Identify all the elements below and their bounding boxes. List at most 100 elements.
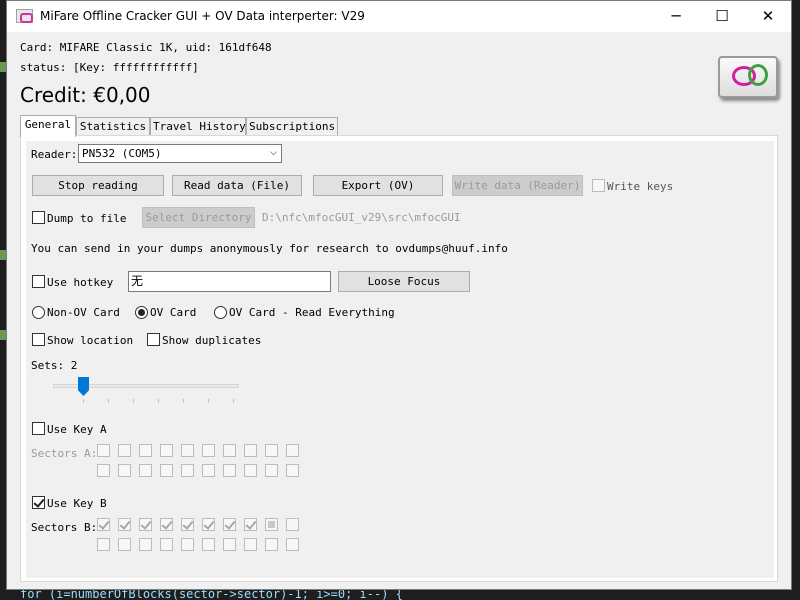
sectors-a-label: Sectors A: — [31, 447, 98, 460]
sector-checkbox[interactable] — [202, 538, 215, 551]
ov-card-radio[interactable] — [135, 306, 148, 319]
gutter-mark — [0, 62, 6, 72]
sets-slider-thumb[interactable] — [78, 377, 89, 396]
sector-checkbox[interactable] — [286, 518, 299, 531]
hotkey-input[interactable]: 无 — [128, 271, 331, 292]
ov-card-read-everything-label: OV Card - Read Everything — [229, 306, 395, 319]
sector-checkbox[interactable] — [139, 444, 152, 457]
reader-select-value: PN532 (COM5) — [82, 147, 162, 160]
use-key-b-checkbox[interactable] — [32, 496, 45, 509]
reader-select[interactable]: PN532 (COM5) ⌵ — [78, 144, 282, 163]
sector-checkbox[interactable] — [244, 538, 257, 551]
sector-checkbox[interactable] — [118, 464, 131, 477]
sector-checkbox[interactable] — [286, 444, 299, 457]
sector-checkbox[interactable] — [97, 444, 110, 457]
sector-checkbox[interactable] — [139, 464, 152, 477]
sector-checkbox[interactable] — [118, 538, 131, 551]
use-key-a-checkbox[interactable] — [32, 422, 45, 435]
app-window: MiFare Offline Cracker GUI + OV Data int… — [6, 0, 792, 590]
sector-checkbox[interactable] — [244, 464, 257, 477]
sector-checkbox[interactable] — [97, 538, 110, 551]
write-data-reader-button[interactable]: Write data (Reader) — [452, 175, 583, 196]
sector-checkbox[interactable] — [202, 518, 215, 531]
tab-statistics[interactable]: Statistics — [76, 117, 150, 136]
slider-tick — [83, 399, 84, 403]
show-duplicates-checkbox[interactable] — [147, 333, 160, 346]
export-ov-button[interactable]: Export (OV) — [313, 175, 443, 196]
write-keys-checkbox[interactable] — [592, 179, 605, 192]
dump-path: D:\nfc\mfocGUI_v29\src\mfocGUI — [262, 211, 461, 224]
loose-focus-button[interactable]: Loose Focus — [338, 271, 470, 292]
sector-checkbox[interactable] — [139, 518, 152, 531]
card-info: Card: MIFARE Classic 1K, uid: 161df648 — [20, 41, 272, 54]
sector-checkbox[interactable] — [181, 538, 194, 551]
reader-label: Reader: — [31, 148, 78, 161]
general-tab-panel: Reader: PN532 (COM5) ⌵ Stop reading Read… — [20, 135, 778, 582]
use-hotkey-label: Use hotkey — [47, 276, 114, 289]
sector-checkbox[interactable] — [181, 444, 194, 457]
sector-checkbox[interactable] — [265, 518, 278, 531]
sector-checkbox[interactable] — [223, 538, 236, 551]
sector-checkbox[interactable] — [160, 444, 173, 457]
write-keys-label: Write keys — [607, 180, 674, 193]
slider-tick — [158, 399, 159, 403]
sector-checkbox[interactable] — [202, 464, 215, 477]
dump-to-file-label: Dump to file — [47, 212, 127, 225]
read-data-file-button[interactable]: Read data (File) — [172, 175, 302, 196]
status-text: status: [Key: ffffffffffff] — [20, 61, 199, 74]
show-duplicates-label: Show duplicates — [162, 334, 262, 347]
slider-tick — [133, 399, 134, 403]
tab-general[interactable]: General — [20, 115, 76, 137]
dump-to-file-checkbox[interactable] — [32, 211, 45, 224]
window-content: Card: MIFARE Classic 1K, uid: 161df648 s… — [7, 32, 791, 589]
sector-checkbox[interactable] — [244, 518, 257, 531]
sector-checkbox[interactable] — [118, 444, 131, 457]
general-tab-content: Reader: PN532 (COM5) ⌵ Stop reading Read… — [26, 141, 774, 578]
sector-checkbox[interactable] — [181, 518, 194, 531]
sectors-b-label: Sectors B: — [31, 521, 98, 534]
gutter-mark — [0, 330, 6, 340]
sector-checkbox[interactable] — [160, 518, 173, 531]
sector-checkbox[interactable] — [286, 538, 299, 551]
sector-checkbox[interactable] — [160, 464, 173, 477]
sector-checkbox[interactable] — [265, 464, 278, 477]
sector-checkbox[interactable] — [181, 464, 194, 477]
sector-checkbox[interactable] — [139, 538, 152, 551]
stop-reading-button[interactable]: Stop reading — [32, 175, 164, 196]
non-ov-card-radio[interactable] — [32, 306, 45, 319]
select-directory-button[interactable]: Select Directory — [142, 207, 255, 228]
slider-tick — [108, 399, 109, 403]
ov-card-read-everything-radio[interactable] — [214, 306, 227, 319]
chevron-down-icon: ⌵ — [270, 148, 277, 158]
ov-card-label: OV Card — [150, 306, 197, 319]
app-icon — [16, 9, 33, 23]
sector-checkbox[interactable] — [286, 464, 299, 477]
share-dumps-text: You can send in your dumps anonymously f… — [31, 242, 508, 255]
close-button[interactable]: ✕ — [745, 1, 791, 32]
sector-checkbox[interactable] — [202, 444, 215, 457]
show-location-checkbox[interactable] — [32, 333, 45, 346]
title-bar[interactable]: MiFare Offline Cracker GUI + OV Data int… — [7, 1, 791, 32]
slider-tick — [183, 399, 184, 403]
sector-checkbox[interactable] — [244, 444, 257, 457]
sector-checkbox[interactable] — [223, 518, 236, 531]
ov-logo-icon — [718, 56, 778, 98]
maximize-button[interactable]: ☐ — [699, 1, 745, 32]
use-hotkey-checkbox[interactable] — [32, 275, 45, 288]
gutter-mark — [0, 250, 6, 260]
sector-checkbox[interactable] — [265, 444, 278, 457]
sets-label: Sets: 2 — [31, 359, 78, 372]
sector-checkbox[interactable] — [97, 518, 110, 531]
sector-checkbox[interactable] — [118, 518, 131, 531]
tab-travel-history[interactable]: Travel History — [150, 117, 246, 136]
tab-subscriptions[interactable]: Subscriptions — [246, 117, 338, 136]
credit-amount: Credit: €0,00 — [20, 83, 151, 107]
slider-tick — [208, 399, 209, 403]
sector-checkbox[interactable] — [265, 538, 278, 551]
sector-checkbox[interactable] — [97, 464, 110, 477]
slider-tick — [233, 399, 234, 403]
minimize-button[interactable]: ─ — [653, 1, 699, 32]
sector-checkbox[interactable] — [160, 538, 173, 551]
sector-checkbox[interactable] — [223, 444, 236, 457]
sector-checkbox[interactable] — [223, 464, 236, 477]
